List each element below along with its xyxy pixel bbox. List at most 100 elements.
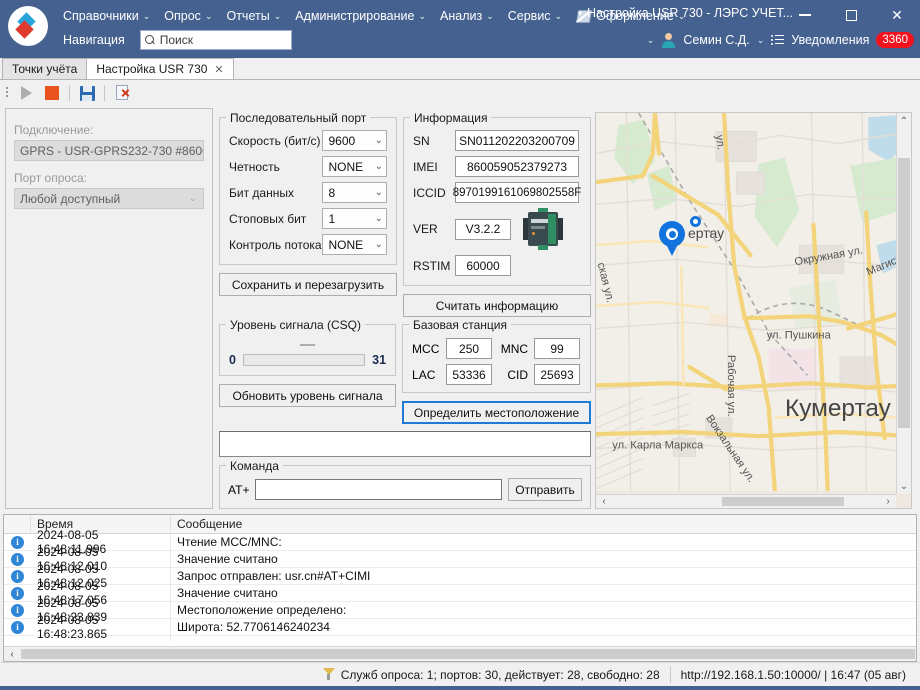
log-grid[interactable]: Время Сообщение i 2024-08-05 16:48:11.99… (3, 514, 917, 662)
map-vertical-scrollbar[interactable]: ⌃ ⌄ (896, 113, 911, 494)
mnc-label: MNC (498, 342, 528, 356)
tab-tochki-ucheta[interactable]: Точки учёта (2, 58, 87, 79)
log-hscroll-thumb[interactable] (21, 649, 915, 659)
field-label: IMEI (413, 160, 455, 174)
tab-nastroika-usr-730[interactable]: Настройка USR 730 ✕ (86, 58, 233, 79)
status-service-cell[interactable]: Служб опроса: 1; портов: 30, действует: … (313, 666, 670, 683)
notifications-badge[interactable]: 3360 (876, 32, 914, 48)
menu-item-otchety[interactable]: Отчеты ⌄ (219, 6, 288, 26)
serial-port-column: Последовательный порт Скорость (бит/с) 9… (219, 110, 397, 317)
databits-select[interactable]: 8 ⌄ (322, 182, 387, 203)
map-scroll-up-button[interactable]: ⌃ (897, 113, 911, 129)
rstim-field[interactable]: 60000 (455, 255, 511, 276)
discard-button[interactable] (111, 82, 133, 104)
field-sn: SN SN011202203200709 (413, 130, 581, 151)
navigation-label[interactable]: Навигация (56, 30, 132, 50)
iccid-field[interactable]: 8970199161069802558F (455, 182, 579, 203)
minimize-button[interactable] (782, 0, 828, 30)
toolbar-separator (69, 85, 70, 101)
save-and-reboot-button[interactable]: Сохранить и перезагрузить (219, 273, 397, 296)
menu-item-servis[interactable]: Сервис ⌄ (501, 6, 569, 26)
send-command-button[interactable]: Отправить (508, 478, 582, 501)
chevron-down-icon: ⌄ (274, 11, 282, 22)
console-output[interactable] (219, 431, 591, 457)
log-row-time: 2024-08-05 16:48:23.865 (31, 613, 171, 641)
log-header-message[interactable]: Сообщение (171, 515, 916, 534)
cid-field[interactable]: 25693 (534, 364, 580, 385)
stopbits-select[interactable]: 1 ⌄ (322, 208, 387, 229)
lac-label: LAC (412, 368, 440, 382)
status-bar: Служб опроса: 1; портов: 30, действует: … (0, 662, 920, 686)
run-button[interactable] (15, 82, 37, 104)
locate-button[interactable]: Определить местоположение (402, 401, 591, 424)
tab-close-icon[interactable]: ✕ (214, 63, 223, 76)
table-row[interactable]: i 2024-08-05 16:48:23.865 Широта: 52.770… (4, 619, 916, 636)
speed-value: 9600 (328, 134, 355, 148)
map-scroll-left-button[interactable]: ‹ (596, 495, 612, 508)
menu-item-administrirovanie[interactable]: Администрирование ⌄ (288, 6, 433, 26)
log-row-icon: i (4, 587, 31, 600)
info-icon: i (11, 553, 24, 566)
log-scroll-left-button[interactable]: ‹ (4, 647, 20, 662)
signal-max: 31 (372, 353, 386, 367)
map-hscroll-thumb[interactable] (722, 497, 844, 506)
chevron-down-icon-extra[interactable]: ⌄ (647, 35, 655, 46)
user-chevron-down-icon[interactable]: ⌄ (757, 35, 765, 46)
bs-row-mcc-mnc: MCC 250 MNC 99 (412, 338, 581, 359)
map-vscroll-thumb[interactable] (898, 158, 910, 428)
sn-field[interactable]: SN011202203200709 (455, 130, 579, 151)
chevron-down-icon: ▾ (578, 9, 582, 18)
map-scroll-down-button[interactable]: ⌄ (897, 478, 911, 494)
toolbar-separator-2 (104, 85, 105, 101)
command-input[interactable] (255, 479, 502, 500)
map-horizontal-scrollbar[interactable]: ‹ › (596, 494, 896, 508)
flowcontrol-select[interactable]: NONE ⌄ (322, 234, 387, 255)
speed-select[interactable]: 9600 ⌄ (322, 130, 387, 151)
field-label: Четность (229, 160, 322, 174)
info-icon: i (11, 621, 24, 634)
field-parity: Четность NONE ⌄ (229, 156, 387, 177)
base-station-column: Базовая станция MCC 250 MNC 99 LAC 53336… (402, 317, 591, 424)
chevron-down-icon: ⌄ (205, 11, 213, 22)
log-horizontal-scrollbar[interactable]: ‹ (4, 646, 916, 661)
command-row: AT+ Отправить (228, 478, 582, 501)
search-input[interactable]: Поиск (140, 30, 292, 50)
document-title[interactable]: ▾ Настройка USR 730 - ЛЭРС УЧЕТ... (578, 6, 793, 20)
main-content: Подключение: GPRS - USR-GPRS232-730 #860… (0, 106, 920, 511)
close-button[interactable]: ✕ (874, 0, 920, 30)
ver-field[interactable]: V3.2.2 (455, 219, 511, 240)
menu-item-analiz[interactable]: Анализ ⌄ (433, 6, 501, 26)
menu-item-opros[interactable]: Опрос ⌄ (157, 6, 219, 26)
lac-field[interactable]: 53336 (446, 364, 492, 385)
poll-port-label: Порт опроса: (14, 171, 204, 185)
mnc-field[interactable]: 99 (534, 338, 580, 359)
refresh-signal-button[interactable]: Обновить уровень сигнала (219, 384, 396, 407)
poll-port-select[interactable]: Любой доступный ⌄ (14, 188, 204, 209)
stop-button[interactable] (41, 82, 63, 104)
menu-item-spravochniki[interactable]: Справочники ⌄ (56, 6, 157, 26)
map-panel[interactable]: Магистральная ул. Окружная ул. ул. Пушки… (595, 112, 912, 509)
connection-panel: Подключение: GPRS - USR-GPRS232-730 #860… (5, 108, 213, 509)
maximize-button[interactable] (828, 0, 874, 30)
mcc-field[interactable]: 250 (446, 338, 492, 359)
imei-field[interactable]: 860059052379273 (455, 156, 579, 177)
log-row-message: Значение считано (171, 586, 916, 600)
map-scroll-right-button[interactable]: › (880, 495, 896, 508)
log-row-message: Чтение MCC/MNC: (171, 535, 916, 549)
signal-title: Уровень сигнала (CSQ) (226, 318, 365, 332)
connection-select[interactable]: GPRS - USR-GPRS232-730 #86005 ⌄ (14, 140, 204, 161)
save-button[interactable] (76, 82, 98, 104)
cid-label: CID (498, 368, 528, 382)
toolbar-grip[interactable] (5, 86, 9, 100)
read-information-button[interactable]: Считать информацию (403, 294, 591, 317)
field-databits: Бит данных 8 ⌄ (229, 182, 387, 203)
status-server-cell[interactable]: http://192.168.1.50:10000/ | 16:47 (05 а… (671, 666, 916, 683)
chevron-down-icon: ⌄ (375, 161, 383, 172)
serial-port-group: Последовательный порт Скорость (бит/с) 9… (219, 117, 397, 265)
notifications-label[interactable]: Уведомления (791, 33, 869, 47)
settings-panel: Последовательный порт Скорость (бит/с) 9… (213, 106, 593, 511)
map-canvas[interactable]: Магистральная ул. Окружная ул. ул. Пушки… (596, 113, 911, 491)
location-marker[interactable] (659, 221, 685, 255)
parity-select[interactable]: NONE ⌄ (322, 156, 387, 177)
user-name[interactable]: Семин С.Д. (683, 33, 749, 47)
